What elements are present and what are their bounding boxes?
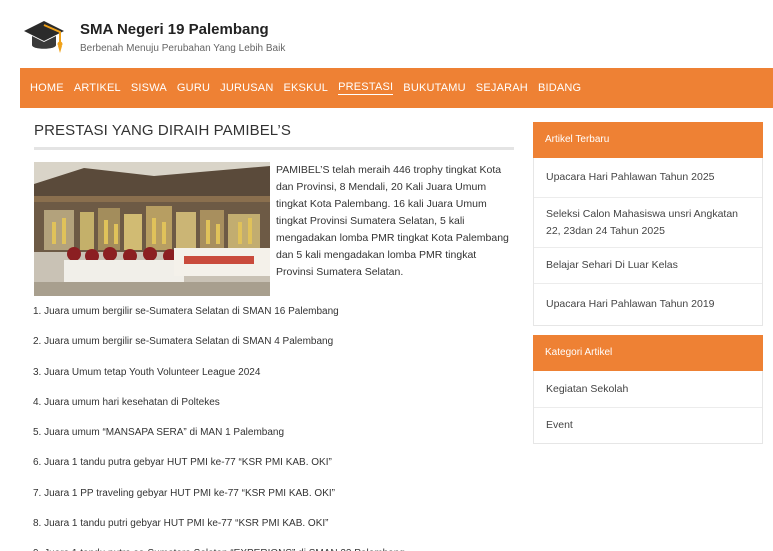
nav-item-bidang[interactable]: BIDANG [538, 82, 581, 94]
team-trophies-photo [34, 162, 270, 296]
achievement-item: 6. Juara 1 tandu putra gebyar HUT PMI ke… [33, 457, 332, 469]
achievement-item: 9. Juara 1 tandu putra se-Sumatera Selat… [33, 546, 514, 551]
brand-text: SMA Negeri 19 Palembang Berbenah Menuju … [80, 21, 285, 54]
category-link[interactable]: Event [534, 407, 762, 443]
title-divider [34, 147, 514, 150]
nav-item-jurusan[interactable]: JURUSAN [220, 82, 273, 94]
categories-list: Kegiatan Sekolah Event [533, 371, 763, 444]
site-tagline: Berbenah Menuju Perubahan Yang Lebih Bai… [80, 42, 286, 54]
categories-heading: Kategori Artikel [533, 335, 763, 371]
intro-paragraph: PAMIBEL’S telah meraih 446 trophy tingka… [276, 164, 509, 278]
site-name[interactable]: SMA Negeri 19 Palembang [80, 21, 285, 39]
page: SMA Negeri 19 Palembang Berbenah Menuju … [0, 0, 773, 551]
achievement-item: 2. Juara umum bergilir se-Sumatera Selat… [33, 336, 334, 348]
achievement-item: 7. Juara 1 PP traveling gebyar HUT PMI k… [33, 487, 335, 499]
recent-articles-heading: Artikel Terbaru [533, 122, 763, 158]
nav-item-siswa[interactable]: SISWA [131, 82, 167, 94]
nav-item-ekskul[interactable]: EKSKUL [283, 82, 328, 94]
post-title: PRESTASI YANG DIRAIH PAMIBEL’S [34, 122, 291, 139]
recent-article-link[interactable]: Belajar Sehari Di Luar Kelas [534, 247, 762, 283]
nav-item-home[interactable]: HOME [30, 82, 64, 94]
main-content: PRESTASI YANG DIRAIH PAMIBEL’S PAMIBEL’S… [33, 122, 514, 551]
nav-item-artikel[interactable]: ARTIKEL [74, 82, 121, 94]
category-link[interactable]: Kegiatan Sekolah [534, 371, 762, 407]
graduation-cap-icon[interactable] [20, 13, 68, 61]
post-intro: PAMIBEL’S telah meraih 446 trophy tingka… [34, 162, 514, 296]
achievement-item: 3. Juara Umum tetap Youth Volunteer Leag… [33, 366, 261, 378]
recent-article-link[interactable]: Upacara Hari Pahlawan Tahun 2019 [534, 283, 762, 325]
achievement-list: 1. Juara umum bergilir se-Sumatera Selat… [33, 304, 514, 551]
achievement-item: 8. Juara 1 tandu putri gebyar HUT PMI ke… [33, 518, 329, 530]
nav-item-prestasi[interactable]: PRESTASI [338, 81, 394, 95]
nav-item-bukutamu[interactable]: BUKUTAMU [403, 82, 466, 94]
main-nav: HOME ARTIKEL SISWA GURU JURUSAN EKSKUL PRESTAS… [20, 68, 773, 108]
recent-article-link[interactable]: Upacara Hari Pahlawan Tahun 2025 [534, 158, 762, 197]
recent-article-link[interactable]: Seleksi Calon Mahasiswa unsri Angkatan 2… [534, 197, 762, 247]
achievement-item: 1. Juara umum bergilir se-Sumatera Selat… [33, 306, 339, 317]
recent-articles-widget: Artikel Terbaru Upacara Hari Pahlawan Ta… [533, 122, 763, 326]
achievement-item: 5. Juara umum “MANSAPA SERA” di MAN 1 Pa… [33, 427, 285, 439]
nav-item-guru[interactable]: GURU [177, 82, 210, 94]
site-header: SMA Negeri 19 Palembang Berbenah Menuju … [20, 12, 285, 62]
recent-articles-list: Upacara Hari Pahlawan Tahun 2025 Seleksi … [533, 158, 763, 326]
achievement-item: 4. Juara umum hari kesehatan di Poltekes [33, 396, 220, 408]
categories-widget: Kategori Artikel Kegiatan Sekolah Event [533, 335, 763, 444]
nav-item-sejarah[interactable]: SEJARAH [476, 82, 528, 94]
